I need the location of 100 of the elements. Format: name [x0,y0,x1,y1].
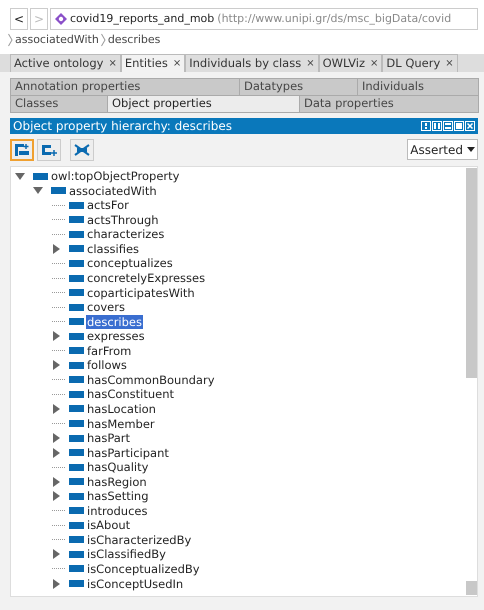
property-icon [51,187,66,194]
breadcrumb-item[interactable]: associatedWith [15,32,99,48]
tree-connector [52,539,65,540]
caret-icon [467,147,475,152]
tree-item[interactable]: hasRegion [86,474,148,489]
tree-item[interactable]: describes [86,314,143,329]
tree-item[interactable]: actsThrough [86,212,160,227]
property-icon [69,304,84,311]
property-icon [69,245,84,252]
tree-item[interactable]: isConceptUsedIn [86,576,184,591]
help-icon[interactable] [421,121,431,131]
tab[interactable]: Active ontology × [10,54,121,72]
ontology-icon [55,13,67,25]
tree-item[interactable]: associatedWith [68,184,158,198]
property-icon [69,565,84,572]
tree-connector [52,306,65,308]
property-icon [69,492,84,500]
collapsed-arrow-icon[interactable] [53,549,60,560]
close-icon[interactable]: × [172,56,182,71]
tree-item[interactable]: coparticipatesWith [86,286,196,300]
tree-item[interactable]: hasConstituent [86,387,176,402]
close-icon[interactable]: × [445,56,454,71]
property-icon [69,464,84,471]
breadcrumb-item[interactable]: describes [108,32,160,48]
tree-item[interactable]: hasMember [86,416,156,430]
tree-item[interactable]: owl:topObjectProperty [50,169,180,184]
tree-item[interactable]: introduces [86,504,148,518]
tree-item[interactable]: isClassifiedBy [86,547,167,562]
tree-item[interactable]: isCharacterizedBy [86,532,192,547]
tab[interactable]: Annotation properties [10,78,240,96]
mode-dropdown[interactable]: Asserted [407,139,478,160]
ontology-iri: (http://www.unipi.gr/ds/msc_bigData/covid [217,10,452,27]
tree-connector [52,394,65,395]
property-icon [69,405,84,412]
tree-item[interactable]: isAbout [86,518,132,532]
ontology-field[interactable]: covid19_reports_and_mob (http://www.unipi.gr/ds/msc_bigData/covid [50,8,478,30]
tree-connector [52,204,65,206]
tab[interactable]: Classes [10,95,108,113]
collapsed-arrow-icon[interactable] [53,360,60,370]
tree-connector [52,524,65,526]
property-icon [69,216,84,224]
tree-item[interactable]: classifies [86,242,140,256]
tree-item[interactable]: farFrom [86,344,132,358]
tab[interactable]: Data properties [299,95,479,113]
tree-item[interactable]: isConceptualizedBy [86,562,201,576]
close-icon[interactable]: × [306,56,315,71]
tree-connector [52,292,65,294]
tree-item[interactable]: hasSetting [86,489,150,504]
tab[interactable]: OWLViz × [318,54,382,72]
tree-item[interactable]: expresses [86,329,146,344]
collapsed-arrow-icon[interactable] [53,244,60,254]
tree-item[interactable]: follows [86,358,128,372]
tree-item[interactable]: hasLocation [86,402,157,416]
collapsed-arrow-icon[interactable] [53,476,60,487]
property-icon [69,202,84,209]
tree-item[interactable]: hasPart [86,431,132,446]
close-icon[interactable] [465,121,475,131]
close-icon[interactable]: × [370,56,378,71]
collapsed-arrow-icon[interactable] [53,433,60,444]
property-icon [69,376,84,384]
collapsed-arrow-icon[interactable] [53,491,60,502]
property-icon [69,449,84,456]
scrollbar-thumb[interactable] [466,168,477,378]
collapsed-arrow-icon[interactable] [53,448,60,458]
property-icon [69,230,84,238]
property-icon [33,172,48,180]
tree-item[interactable]: covers [86,300,126,314]
tab[interactable]: Entities × [120,54,186,72]
chevron-icon [100,33,106,47]
property-icon [69,289,84,296]
tab[interactable]: Object properties [107,95,300,113]
tab[interactable]: Individuals by class × [185,54,319,72]
tab[interactable]: DL Query × [382,54,458,72]
tree-item[interactable]: actsFor [86,198,130,212]
collapsed-arrow-icon[interactable] [53,331,60,342]
expanded-arrow-icon[interactable] [33,187,43,194]
close-icon[interactable]: × [108,56,117,71]
tree-connector [52,510,65,512]
tree-item[interactable]: characterizes [86,227,166,242]
collapsed-arrow-icon[interactable] [53,578,60,589]
property-icon [69,347,84,354]
collapsed-arrow-icon[interactable] [53,404,60,414]
property-icon [69,332,84,340]
back-button[interactable]: < [10,8,28,30]
tree-item[interactable]: conceptualizes [86,256,174,270]
tree-item[interactable]: concretelyExpresses [86,271,206,286]
split-horizontal-icon[interactable] [443,121,453,131]
tree-item[interactable]: hasParticipant [86,446,170,460]
property-icon [69,478,84,486]
tree-item[interactable]: hasQuality [86,460,150,474]
tab[interactable]: Datatypes [239,78,358,96]
panel-title: Object property hierarchy: describes [13,118,234,135]
tree-connector [52,262,65,264]
tree-item[interactable]: hasCommonBoundary [86,372,216,387]
maximize-icon[interactable] [454,121,464,131]
expanded-arrow-icon[interactable] [15,172,25,180]
split-icon[interactable] [432,121,442,131]
property-icon [69,274,84,282]
property-icon [69,434,84,442]
tab[interactable]: Individuals [357,78,479,96]
